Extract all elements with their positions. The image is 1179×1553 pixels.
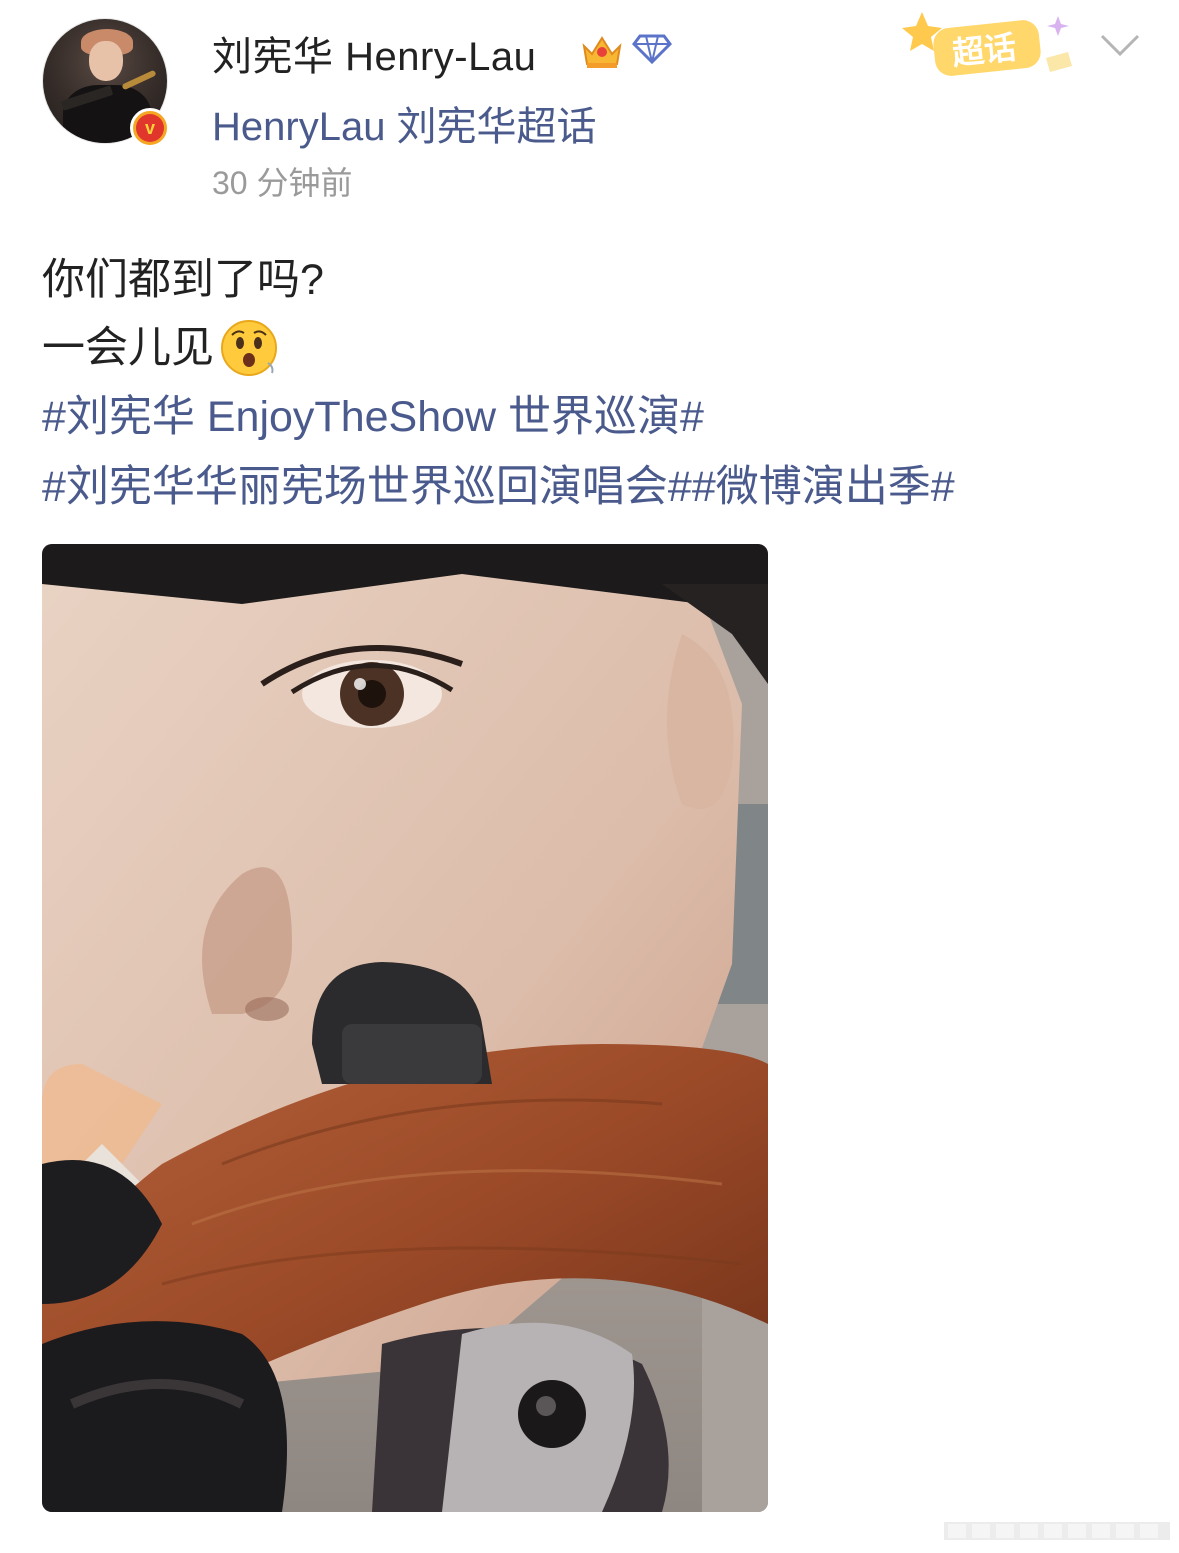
hashtag-link[interactable]: #刘宪华 EnjoyTheShow 世界巡演# — [42, 382, 1142, 452]
post-photo[interactable] — [42, 544, 768, 1512]
crown-icon — [582, 36, 622, 68]
chevron-down-icon[interactable] — [1098, 30, 1142, 60]
diamond-icon — [632, 34, 672, 65]
supertopic-link[interactable]: HenryLau 刘宪华超话 — [212, 94, 597, 152]
post-body: 你们都到了吗? 一会儿见 #刘宪华 EnjoyTheShow 世界巡演# #刘宪… — [42, 246, 1142, 522]
post-photo-image — [42, 544, 768, 1512]
gallery-watermark — [944, 1522, 1170, 1540]
supertopic-badge[interactable]: 超话 — [900, 4, 1080, 84]
surprised-face-emoji-icon — [221, 320, 277, 376]
post-text-line: 一会儿见 — [42, 314, 1142, 382]
supertopic-badge-art: 超话 — [902, 12, 1072, 76]
verified-icon: v — [130, 108, 170, 148]
author-name[interactable]: 刘宪华 Henry-Lau — [212, 24, 536, 82]
post-header: v 刘宪华 Henry-Lau HenryLau 刘宪华超话 30 分钟前 超话 — [0, 0, 1179, 210]
post-text-line-2: 一会儿见 — [42, 324, 214, 372]
hashtag-link[interactable]: #刘宪华华丽宪场世界巡回演唱会##微博演出季# — [42, 452, 1142, 522]
post-text-line-1: 你们都到了吗? — [42, 256, 324, 304]
supertopic-badge-label: 超话 — [951, 29, 1018, 71]
post-text-line: 你们都到了吗? — [42, 246, 1142, 314]
post-timestamp: 30 分钟前 — [212, 165, 353, 201]
